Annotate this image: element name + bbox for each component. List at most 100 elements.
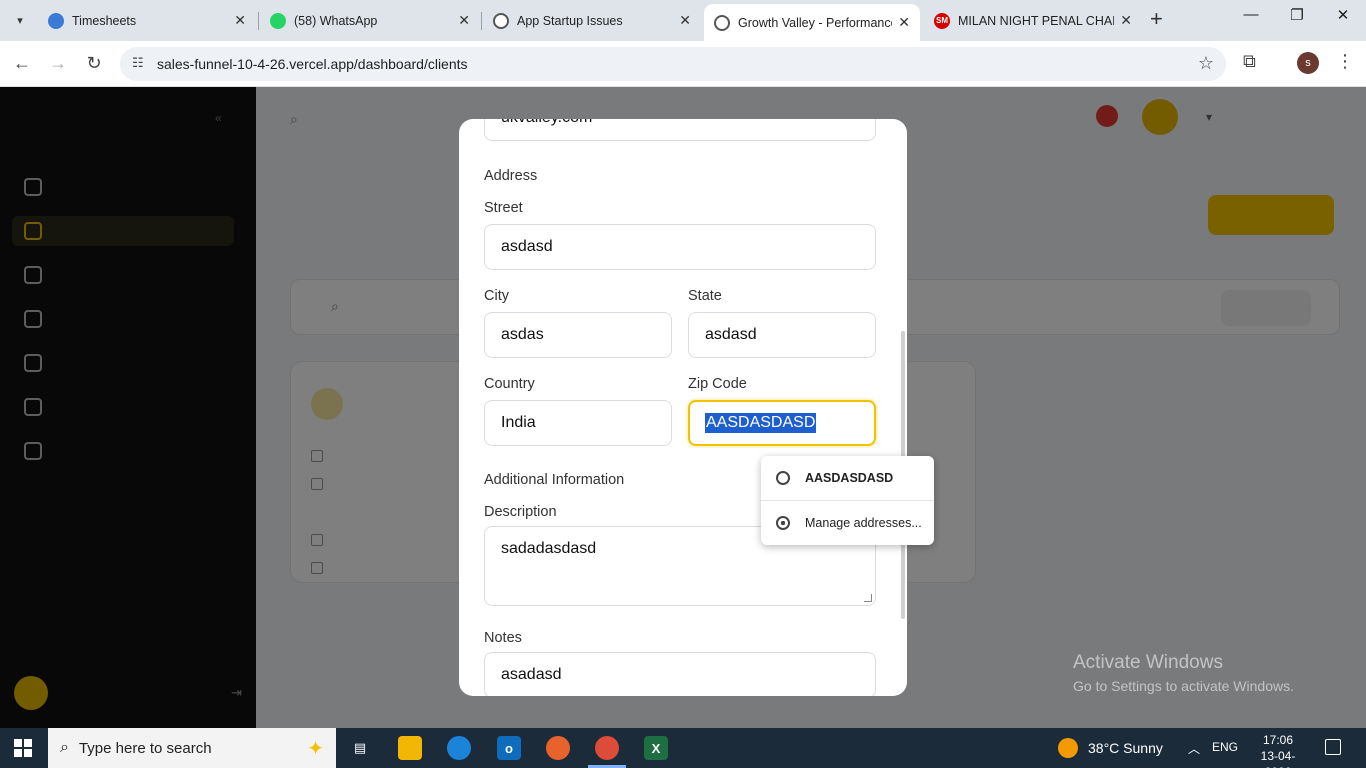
window-close-icon[interactable]: ✕ — [1320, 6, 1366, 24]
sun-icon — [1058, 738, 1078, 758]
tab-title: Timesheets — [72, 13, 137, 28]
tray-chevron-up-icon[interactable]: ︿ — [1188, 740, 1200, 757]
reload-icon[interactable]: ↻ — [82, 53, 106, 74]
autofill-suggestion[interactable]: AASDASDASD — [761, 458, 934, 498]
city-value: asdas — [501, 326, 544, 343]
tab-title: MILAN NIGHT PENAL CHART — [958, 13, 1115, 28]
taskbar-clock[interactable]: 17:06 13-04-2026 — [1252, 732, 1304, 768]
tab-title: App Startup Issues — [517, 13, 623, 28]
language-indicator[interactable]: ENG — [1212, 740, 1238, 754]
tab-title: (58) WhatsApp — [294, 13, 378, 28]
timesheets-favicon-icon — [48, 12, 64, 29]
tab-divider — [481, 12, 482, 30]
tab-app-startup-issues[interactable]: App Startup Issues ✕ — [483, 4, 701, 37]
weather-text: 38°C Sunny — [1088, 740, 1163, 756]
favicon-badge-text: SM — [936, 16, 948, 25]
windows-activation-watermark: Activate Windows Go to Settings to activ… — [1073, 652, 1294, 694]
chrome-taskbar-icon[interactable] — [595, 736, 619, 760]
description-value: sadadasdasd — [501, 540, 597, 557]
taskbar-search-box[interactable]: ⌕ Type here to search ✦ — [48, 728, 336, 768]
browser-menu-icon[interactable]: ⋮ — [1336, 51, 1354, 72]
street-field[interactable]: asdasd — [484, 224, 876, 270]
excel-icon[interactable]: X — [644, 736, 668, 760]
street-label: Street — [484, 200, 523, 216]
close-tab-icon[interactable]: ✕ — [1120, 12, 1132, 29]
globe-favicon-icon — [714, 14, 730, 31]
address-autofill-dropdown: AASDASDASD Manage addresses... — [761, 456, 934, 545]
weather-widget[interactable]: 38°C Sunny — [1058, 738, 1163, 758]
address-bar[interactable]: ☷ sales-funnel-10-4-26.vercel.app/dashbo… — [120, 47, 1226, 81]
city-field[interactable]: asdas — [484, 312, 672, 358]
zip-code-label: Zip Code — [688, 376, 747, 392]
tab-search-chevron-icon[interactable]: ▾ — [8, 8, 32, 32]
city-label: City — [484, 288, 509, 304]
watermark-line-2: Go to Settings to activate Windows. — [1073, 678, 1294, 694]
extensions-puzzle-icon[interactable]: ⧉ — [1243, 51, 1256, 72]
website-field[interactable]: ukvalley.com — [484, 119, 876, 141]
zip-code-field[interactable]: AASDASDASD — [688, 400, 876, 446]
close-tab-icon[interactable]: ✕ — [679, 12, 691, 29]
whatsapp-favicon-icon — [270, 12, 286, 29]
website-value: ukvalley.com — [501, 119, 592, 127]
windows-start-icon[interactable] — [14, 739, 32, 757]
tab-milan-night[interactable]: SM MILAN NIGHT PENAL CHART ✕ — [924, 4, 1142, 37]
forward-arrow-icon[interactable]: → — [46, 53, 70, 74]
close-tab-icon[interactable]: ✕ — [234, 12, 246, 29]
tab-timesheets[interactable]: Timesheets ✕ — [38, 4, 256, 37]
state-value: asdasd — [705, 326, 757, 343]
file-explorer-icon[interactable] — [398, 736, 422, 760]
new-tab-plus-icon[interactable]: + — [1150, 8, 1163, 30]
street-value: asdasd — [501, 238, 553, 255]
clock-time: 17:06 — [1262, 733, 1294, 747]
notes-field[interactable]: asadasd — [484, 652, 876, 696]
restore-icon[interactable]: ❐ — [1274, 6, 1320, 24]
profile-initial: s — [1305, 57, 1311, 69]
back-arrow-icon[interactable]: ← — [10, 53, 34, 74]
sm-favicon-icon: SM — [934, 12, 950, 29]
search-highlight-icon: ✦ — [307, 737, 324, 760]
autofill-suggestion-text: AASDASDASD — [805, 471, 894, 485]
firefox-icon[interactable] — [546, 736, 570, 760]
minimize-icon[interactable]: — — [1228, 6, 1274, 23]
task-view-icon[interactable]: ▤ — [348, 736, 372, 760]
browser-toolbar: ← → ↻ ☷ sales-funnel-10-4-26.vercel.app/… — [0, 41, 1366, 87]
openai-favicon-icon — [493, 12, 509, 29]
autofill-divider — [761, 500, 934, 501]
notification-center-icon[interactable] — [1325, 739, 1341, 755]
close-tab-icon[interactable]: ✕ — [898, 14, 910, 31]
bookmark-star-icon[interactable]: ☆ — [1198, 53, 1214, 74]
taskbar-search-placeholder: Type here to search — [78, 739, 212, 757]
state-field[interactable]: asdasd — [688, 312, 876, 358]
country-field[interactable]: India — [484, 400, 672, 446]
watermark-line-1: Activate Windows — [1073, 652, 1223, 673]
description-label: Description — [484, 504, 557, 520]
close-tab-icon[interactable]: ✕ — [458, 12, 470, 29]
resize-handle-icon[interactable] — [864, 594, 872, 602]
manage-addresses-item[interactable]: Manage addresses... — [761, 503, 934, 543]
site-info-icon[interactable]: ☷ — [132, 55, 144, 71]
outlook-icon[interactable]: o — [497, 736, 521, 760]
country-value: India — [501, 414, 536, 431]
clock-date: 13-04-2026 — [1260, 749, 1296, 768]
address-heading: Address — [484, 168, 538, 184]
additional-information-heading: Additional Information — [484, 472, 625, 488]
country-label: Country — [484, 376, 535, 392]
notes-value: asadasd — [501, 666, 562, 683]
person-icon — [776, 471, 790, 485]
edge-icon[interactable] — [447, 736, 471, 760]
edit-client-modal: ukvalley.com Address Street asdasd City … — [459, 119, 907, 696]
tab-title: Growth Valley - Performance — [738, 15, 893, 30]
tab-divider — [258, 12, 259, 30]
zip-code-value: AASDASDASD — [705, 413, 817, 433]
tab-whatsapp[interactable]: (58) WhatsApp ✕ — [260, 4, 480, 37]
manage-addresses-text: Manage addresses... — [805, 516, 922, 530]
search-icon: ⌕ — [60, 739, 69, 756]
notes-label: Notes — [484, 630, 522, 646]
url-text[interactable]: sales-funnel-10-4-26.vercel.app/dashboar… — [157, 56, 468, 72]
profile-avatar[interactable]: s — [1297, 52, 1319, 74]
tab-growth-valley[interactable]: Growth Valley - Performance ✕ — [704, 4, 920, 41]
browser-tabstrip: ▾ Timesheets ✕ (58) WhatsApp ✕ App Start… — [0, 0, 1366, 41]
state-label: State — [688, 288, 722, 304]
windows-taskbar: ⌕ Type here to search ✦ ▤ o X 38°C Sunny… — [0, 728, 1366, 768]
chrome-icon — [776, 516, 790, 530]
